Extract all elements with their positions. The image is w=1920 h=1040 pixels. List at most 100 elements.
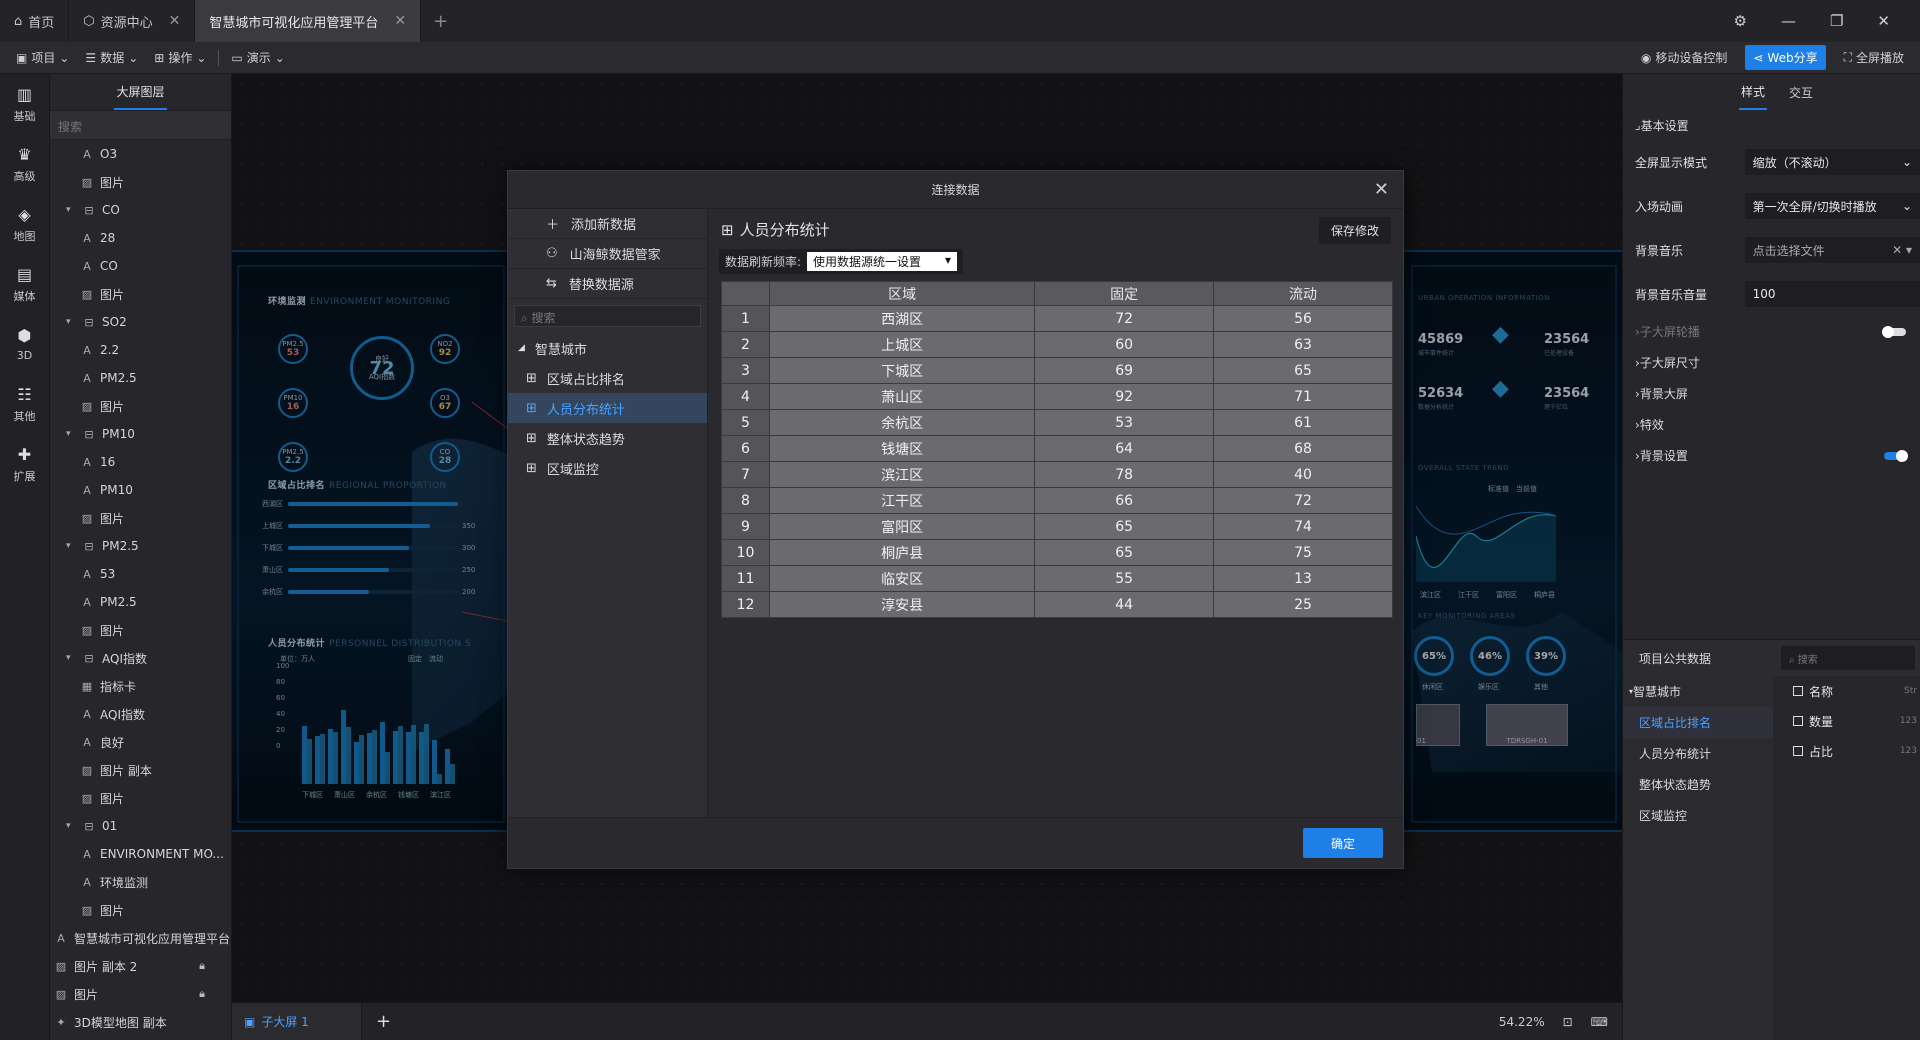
- add-subscreen-button[interactable]: +: [362, 1011, 405, 1032]
- caret-down-icon[interactable]: ▾: [66, 541, 76, 551]
- category-map[interactable]: ◈ 地图: [0, 194, 49, 254]
- layer-row[interactable]: A 28: [50, 224, 231, 252]
- confirm-button[interactable]: 确定: [1303, 828, 1383, 858]
- layer-row[interactable]: A O3: [50, 140, 231, 168]
- data-manager-button[interactable]: ⚇ 山海鲸数据管家: [508, 239, 707, 269]
- layer-row[interactable]: ▨ 图片: [50, 392, 231, 420]
- category-other[interactable]: ☷ 其他: [0, 374, 49, 434]
- public-node[interactable]: 整体状态趋势: [1623, 769, 1773, 800]
- close-window-icon[interactable]: ✕: [1877, 12, 1890, 30]
- refresh-rate-select[interactable]: 使用数据源统一设置 ▾: [807, 252, 958, 271]
- layer-row[interactable]: ▨ 图片 副本: [50, 756, 231, 784]
- table-row[interactable]: 10 桐庐县 65 75: [721, 539, 1393, 566]
- caret-down-icon[interactable]: ▾: [66, 653, 76, 663]
- public-field[interactable]: 名称 Str: [1775, 676, 1920, 706]
- caret-down-icon[interactable]: ▾: [66, 317, 76, 327]
- source-item[interactable]: ⊞ 人员分布统计: [508, 393, 707, 423]
- layer-row[interactable]: ▦ 指标卡: [50, 672, 231, 700]
- settings-group[interactable]: › 子大屏轮播: [1623, 316, 1920, 347]
- category-advanced[interactable]: ♛ 高级: [0, 134, 49, 194]
- layer-row[interactable]: ▾ ⊟ AQI指数: [50, 644, 231, 672]
- table-row[interactable]: 1 西湖区 72 56: [721, 305, 1393, 332]
- mobile-control-button[interactable]: ◉ 移动设备控制: [1633, 49, 1736, 66]
- layer-row[interactable]: ▾ ⊟ 01: [50, 812, 231, 840]
- bg-music-file[interactable]: 点击选择文件 ✕ ▾: [1744, 237, 1920, 263]
- public-field[interactable]: 数量 123: [1775, 706, 1920, 736]
- layer-row[interactable]: ▨ 图片: [50, 280, 231, 308]
- caret-down-icon[interactable]: ▾: [66, 205, 76, 215]
- settings-group[interactable]: › 背景大屏: [1623, 378, 1920, 409]
- source-item[interactable]: ⊞ 整体状态趋势: [508, 423, 707, 453]
- layer-row[interactable]: ▾ ⊟ PM2.5: [50, 532, 231, 560]
- web-share-button[interactable]: ⋖ Web分享: [1745, 45, 1826, 70]
- table-row[interactable]: 12 淳安县 44 25: [721, 591, 1393, 618]
- source-item[interactable]: ⊞ 区域监控: [508, 453, 707, 483]
- caret-down-icon[interactable]: ▾: [66, 429, 76, 439]
- menu-operate[interactable]: ⊞ 操作 ⌄: [146, 49, 214, 66]
- basic-settings-section[interactable]: ⌟ 基本设置: [1623, 110, 1920, 140]
- category-basic[interactable]: ▥ 基础: [0, 74, 49, 134]
- fullscreen-play-button[interactable]: ⛶ 全屏播放: [1836, 49, 1912, 66]
- category-extend[interactable]: ✚ 扩展: [0, 434, 49, 494]
- table-row[interactable]: 5 余杭区 53 61: [721, 409, 1393, 436]
- source-root[interactable]: ◢ 智慧城市: [508, 333, 707, 363]
- source-search-input[interactable]: ⌕ 搜索: [514, 305, 701, 327]
- clear-icon[interactable]: ✕ ▾: [1892, 243, 1912, 257]
- public-data-search[interactable]: ⌕ 搜索: [1781, 646, 1915, 670]
- add-data-button[interactable]: ＋添加新数据: [508, 209, 707, 239]
- table-row[interactable]: 6 钱塘区 64 68: [721, 435, 1393, 462]
- toggle-switch[interactable]: [1882, 325, 1906, 338]
- checkbox[interactable]: [1793, 716, 1803, 726]
- close-icon[interactable]: ✕: [169, 13, 181, 29]
- layer-row[interactable]: ▾ ⊟ SO2: [50, 308, 231, 336]
- settings-group[interactable]: › 特效: [1623, 409, 1920, 440]
- layer-row[interactable]: ▾ ⊟ PM10: [50, 420, 231, 448]
- layer-row[interactable]: A 智慧城市可视化应用管理平台: [50, 924, 231, 952]
- caret-down-icon[interactable]: ▾: [66, 821, 76, 831]
- close-icon[interactable]: ✕: [394, 13, 406, 29]
- layer-row[interactable]: A PM10: [50, 476, 231, 504]
- layer-row[interactable]: ▨ 图片: [50, 504, 231, 532]
- fullscreen-mode-select[interactable]: 缩放（不滚动） ⌄: [1744, 149, 1920, 175]
- layer-row[interactable]: A 环境监测: [50, 868, 231, 896]
- layer-row[interactable]: A ENVIRONMENT MO...: [50, 840, 231, 868]
- table-row[interactable]: 2 上城区 60 63: [721, 331, 1393, 358]
- layer-row[interactable]: ▨ 图片 🔒︎: [50, 980, 231, 1008]
- layer-row[interactable]: A 良好: [50, 728, 231, 756]
- table-row[interactable]: 3 下城区 69 65: [721, 357, 1393, 384]
- layer-row[interactable]: ▨ 图片: [50, 616, 231, 644]
- layer-row[interactable]: ✦ 3D模型地图 副本: [50, 1008, 231, 1036]
- layer-row[interactable]: ▨ 图片 副本 2 🔒︎: [50, 952, 231, 980]
- layer-row[interactable]: A PM2.5: [50, 364, 231, 392]
- table-row[interactable]: 7 滨江区 78 40: [721, 461, 1393, 488]
- settings-group[interactable]: › 子大屏尺寸: [1623, 347, 1920, 378]
- menu-present[interactable]: ▭ 演示 ⌄: [223, 49, 292, 66]
- layer-row[interactable]: ▾ ⊟ CO: [50, 196, 231, 224]
- settings-icon[interactable]: ⚙: [1734, 12, 1747, 30]
- bg-volume-input[interactable]: 100: [1744, 281, 1920, 307]
- table-row[interactable]: 8 江干区 66 72: [721, 487, 1393, 514]
- layer-row[interactable]: A 2.2: [50, 336, 231, 364]
- close-icon[interactable]: ✕: [1374, 179, 1389, 200]
- category-media[interactable]: ▤ 媒体: [0, 254, 49, 314]
- checkbox[interactable]: [1793, 746, 1803, 756]
- table-row[interactable]: 9 富阳区 65 74: [721, 513, 1393, 540]
- layer-row[interactable]: ▨ 图片: [50, 896, 231, 924]
- table-row[interactable]: 11 临安区 55 13: [721, 565, 1393, 592]
- lock-icon[interactable]: 🔒︎: [199, 987, 205, 1001]
- layer-row[interactable]: A PM2.5: [50, 588, 231, 616]
- layer-row[interactable]: A AQI指数: [50, 700, 231, 728]
- layer-row[interactable]: A CO: [50, 252, 231, 280]
- keyboard-icon[interactable]: ⌨: [1591, 1015, 1608, 1029]
- checkbox[interactable]: [1793, 686, 1803, 696]
- toggle-switch[interactable]: [1884, 449, 1908, 462]
- public-field[interactable]: 占比 123: [1775, 736, 1920, 766]
- menu-project[interactable]: ▣ 项目 ⌄: [8, 49, 77, 66]
- tab-project[interactable]: 智慧城市可视化应用管理平台 ✕: [195, 0, 422, 42]
- restore-icon[interactable]: ❐: [1830, 12, 1843, 30]
- menu-data[interactable]: ☰ 数据 ⌄: [77, 49, 146, 66]
- minimize-icon[interactable]: —: [1781, 12, 1796, 30]
- subscreen-tab[interactable]: ▣ 子大屏 1: [232, 1003, 362, 1040]
- layer-row[interactable]: ▨ 图片: [50, 168, 231, 196]
- public-root[interactable]: ▾ 智慧城市: [1623, 676, 1773, 707]
